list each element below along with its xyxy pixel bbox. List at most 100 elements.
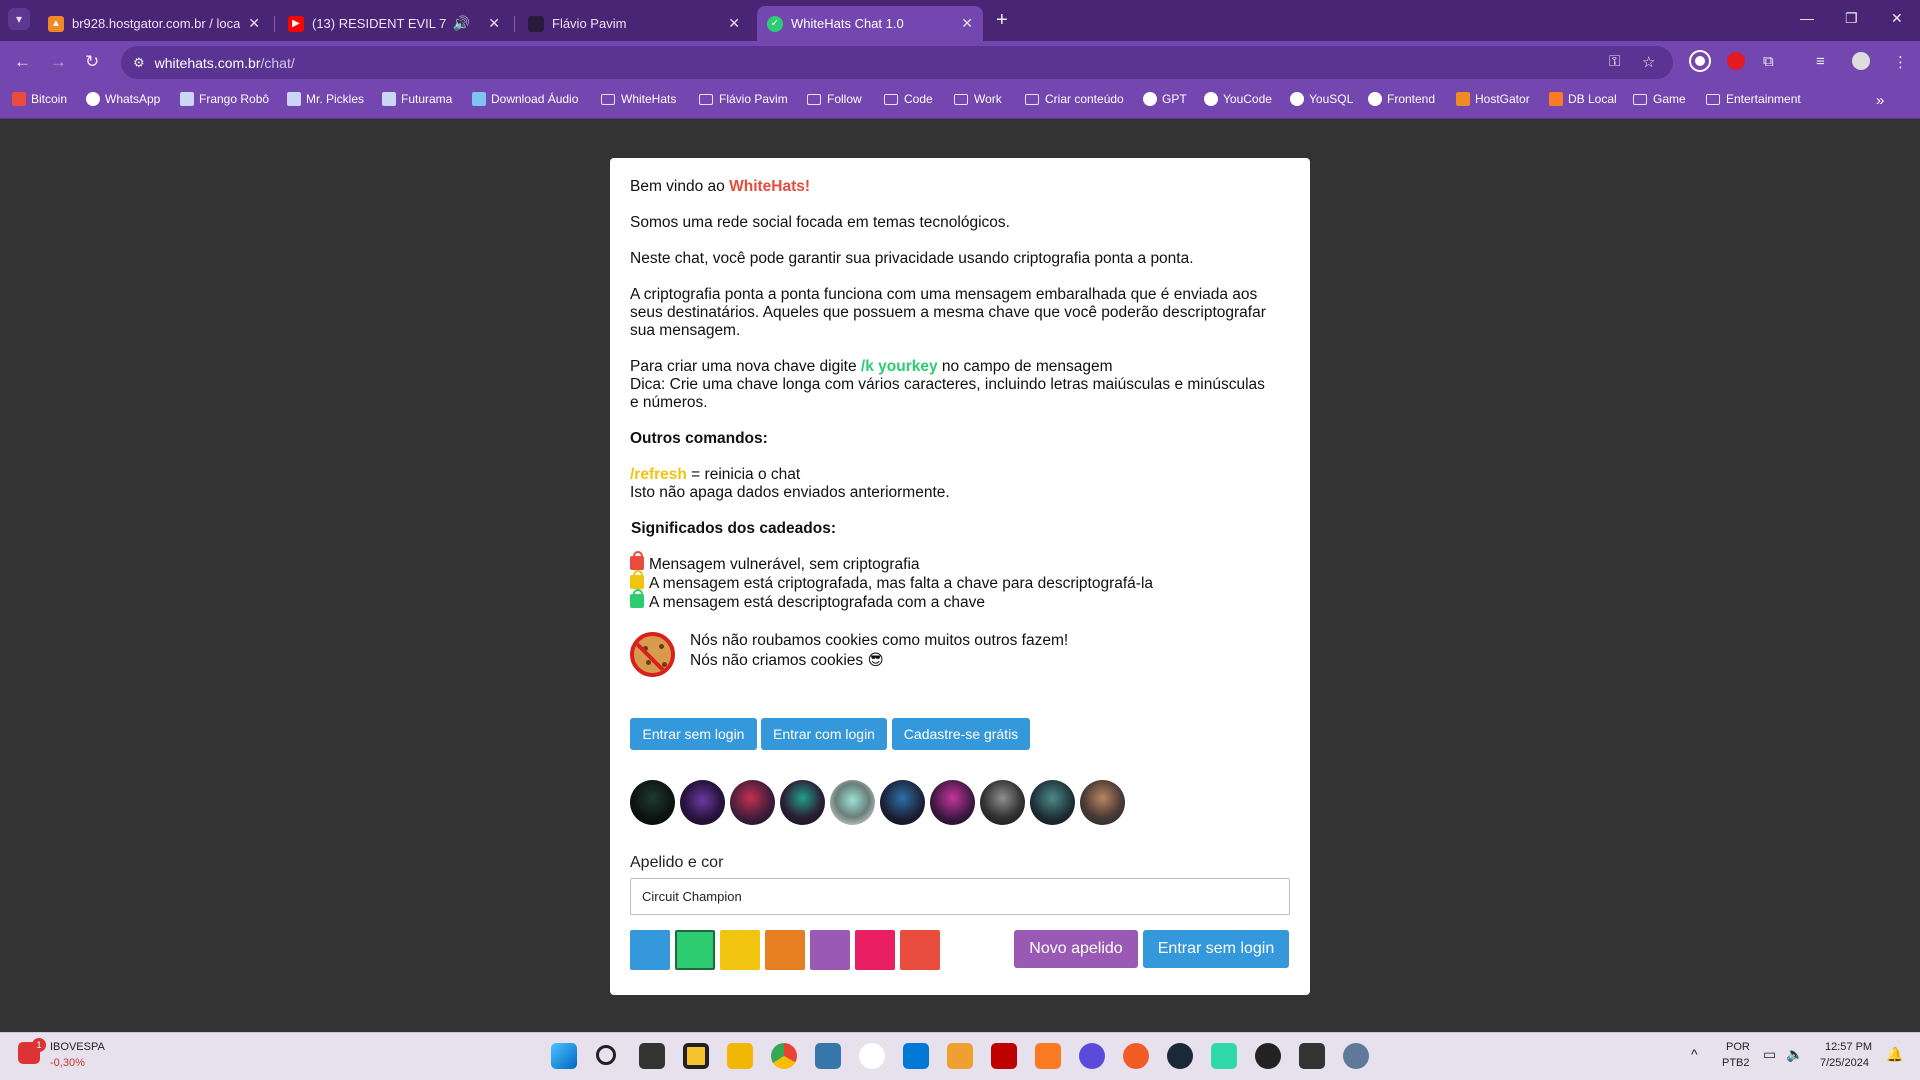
- site-info-icon[interactable]: ⚙: [133, 55, 145, 71]
- enter-without-login-submit-button[interactable]: Entrar sem login: [1143, 930, 1289, 968]
- bookmark-youcode[interactable]: YouCode: [1204, 92, 1272, 106]
- sticky-notes-icon[interactable]: [683, 1043, 709, 1069]
- bookmark-whitehats[interactable]: WhiteHats: [601, 92, 676, 106]
- close-icon[interactable]: ✕: [961, 15, 973, 32]
- new-tab-icon[interactable]: +: [996, 9, 1008, 32]
- avatar[interactable]: [730, 780, 775, 825]
- bookmark-download[interactable]: Download Áudio: [472, 92, 578, 106]
- color-swatch-yellow[interactable]: [720, 930, 760, 970]
- vscode-icon[interactable]: [903, 1043, 929, 1069]
- filezilla-icon[interactable]: [991, 1043, 1017, 1069]
- bookmark-pickles[interactable]: Mr. Pickles: [287, 92, 364, 106]
- enter-without-login-button[interactable]: Entrar sem login: [630, 718, 757, 750]
- volume-icon[interactable]: 🔈: [1786, 1046, 1803, 1063]
- bookmark-dblocal[interactable]: DB Local: [1549, 92, 1617, 106]
- new-nickname-button[interactable]: Novo apelido: [1014, 930, 1138, 968]
- app-icon[interactable]: [1079, 1043, 1105, 1069]
- avatar[interactable]: [1852, 52, 1870, 70]
- keyboard-layout[interactable]: PTB2: [1722, 1057, 1750, 1069]
- tab-hostgator[interactable]: ▲ br928.hostgator.com.br / localh ✕: [38, 6, 270, 41]
- python-icon[interactable]: [815, 1043, 841, 1069]
- obs-icon[interactable]: [1255, 1043, 1281, 1069]
- tab-search-button[interactable]: ▾: [8, 8, 30, 30]
- tab-youtube[interactable]: ▶ (13) RESIDENT EVIL 7 - ATE 🔊 ✕: [278, 6, 510, 41]
- adblock-icon[interactable]: [1727, 52, 1745, 70]
- media-icon[interactable]: ≡: [1816, 53, 1825, 70]
- bookmark-gpt[interactable]: GPT: [1143, 92, 1187, 106]
- bookmark-flavio[interactable]: Flávio Pavim: [699, 92, 788, 106]
- back-icon[interactable]: ←: [14, 52, 31, 72]
- bookmark-whatsapp[interactable]: WhatsApp: [86, 92, 160, 106]
- search-icon[interactable]: [596, 1045, 616, 1065]
- avatar[interactable]: [830, 780, 875, 825]
- clock-time[interactable]: 12:57 PM: [1825, 1041, 1872, 1053]
- more-bookmarks-icon[interactable]: »: [1876, 92, 1884, 109]
- tab-flavio[interactable]: Flávio Pavim ✕: [518, 6, 750, 41]
- language-indicator[interactable]: POR: [1726, 1041, 1750, 1053]
- steam-icon[interactable]: [1167, 1043, 1193, 1069]
- stock-name[interactable]: IBOVESPA: [50, 1041, 105, 1053]
- color-swatch-pink[interactable]: [855, 930, 895, 970]
- reload-icon[interactable]: ↻: [85, 52, 99, 72]
- color-swatch-green[interactable]: [675, 930, 715, 970]
- windows-start-icon[interactable]: [551, 1043, 577, 1069]
- address-bar[interactable]: ⚙ whitehats.com.br/chat/: [121, 46, 1673, 79]
- signup-button[interactable]: Cadastre-se grátis: [892, 718, 1030, 750]
- puzzle-icon[interactable]: ⧉: [1763, 53, 1774, 70]
- close-icon[interactable]: ✕: [488, 15, 500, 32]
- color-swatch-purple[interactable]: [810, 930, 850, 970]
- forward-icon[interactable]: →: [50, 52, 67, 72]
- network-icon[interactable]: ▭: [1763, 1046, 1776, 1063]
- settings-icon[interactable]: [1343, 1043, 1369, 1069]
- close-icon[interactable]: ✕: [248, 15, 260, 32]
- menu-icon[interactable]: ⋮: [1893, 53, 1908, 71]
- bookmark-frontend[interactable]: Frontend: [1368, 92, 1435, 106]
- bookmark-hostgator[interactable]: HostGator: [1456, 92, 1530, 106]
- emulator-icon[interactable]: [1299, 1043, 1325, 1069]
- bookmark-frango[interactable]: Frango Robô: [180, 92, 269, 106]
- chevron-up-icon[interactable]: ^: [1691, 1046, 1698, 1062]
- star-icon[interactable]: ☆: [1642, 53, 1655, 71]
- avatar[interactable]: [780, 780, 825, 825]
- notification-bell-icon[interactable]: 🔔: [1886, 1046, 1903, 1063]
- tab-whitehats[interactable]: ✓ WhiteHats Chat 1.0 ✕: [757, 6, 983, 41]
- avatar[interactable]: [980, 780, 1025, 825]
- avatar[interactable]: [680, 780, 725, 825]
- close-window-icon[interactable]: ✕: [1891, 10, 1903, 27]
- key-icon[interactable]: ⚿: [1609, 53, 1620, 70]
- chrome-icon[interactable]: [771, 1043, 797, 1069]
- avatar[interactable]: [930, 780, 975, 825]
- url-text[interactable]: whitehats.com.br/chat/: [155, 55, 295, 71]
- color-swatch-blue[interactable]: [630, 930, 670, 970]
- bookmark-criar[interactable]: Criar conteúdo: [1025, 92, 1124, 106]
- avatar[interactable]: [1080, 780, 1125, 825]
- task-view-icon[interactable]: [639, 1043, 665, 1069]
- nickname-input[interactable]: [630, 878, 1290, 915]
- bookmark-yousql[interactable]: YouSQL: [1290, 92, 1353, 106]
- avatar[interactable]: [1030, 780, 1075, 825]
- package-icon[interactable]: [947, 1043, 973, 1069]
- speaker-icon[interactable]: 🔊: [453, 15, 470, 32]
- extension-plus-icon[interactable]: [1691, 52, 1709, 70]
- minimize-icon[interactable]: —: [1800, 10, 1814, 26]
- bookmark-code[interactable]: Code: [884, 92, 933, 106]
- postman-icon[interactable]: [1123, 1043, 1149, 1069]
- restore-icon[interactable]: ❐: [1845, 10, 1858, 27]
- game-icon[interactable]: [1211, 1043, 1237, 1069]
- app-store-icon[interactable]: [859, 1043, 885, 1069]
- color-swatch-orange[interactable]: [765, 930, 805, 970]
- bookmark-work[interactable]: Work: [954, 92, 1002, 106]
- close-icon[interactable]: ✕: [728, 15, 740, 32]
- enter-with-login-button[interactable]: Entrar com login: [761, 718, 887, 750]
- bookmark-entertainment[interactable]: Entertainment: [1706, 92, 1801, 106]
- color-swatch-red[interactable]: [900, 930, 940, 970]
- bookmark-futurama[interactable]: Futurama: [382, 92, 452, 106]
- bookmark-follow[interactable]: Follow: [807, 92, 862, 106]
- bookmark-game[interactable]: Game: [1633, 92, 1686, 106]
- xampp-icon[interactable]: [1035, 1043, 1061, 1069]
- clock-date[interactable]: 7/25/2024: [1820, 1057, 1869, 1069]
- avatar[interactable]: [880, 780, 925, 825]
- file-explorer-icon[interactable]: [727, 1043, 753, 1069]
- avatar[interactable]: [630, 780, 675, 825]
- bookmark-bitcoin[interactable]: Bitcoin: [12, 92, 67, 106]
